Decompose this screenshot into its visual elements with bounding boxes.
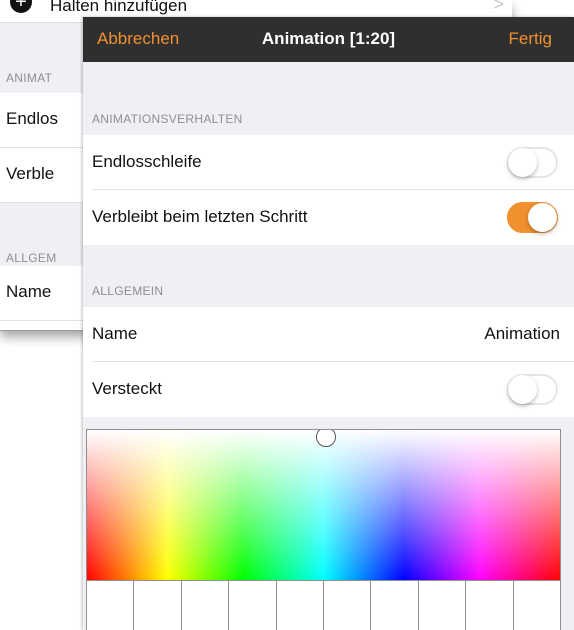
section-header-animation: ANIMATIONSVERHALTEN <box>83 73 574 135</box>
bg-section-header-label: ALLGEM <box>6 251 57 265</box>
bg-cell-label: Verble <box>6 164 55 183</box>
stay-last-step-label: Verbleibt beim letzten Schritt <box>92 207 308 226</box>
chevron-right-icon: > <box>493 0 504 14</box>
section-header-general: ALLGEMEIN <box>83 245 574 307</box>
done-button[interactable]: Fertig <box>509 29 552 49</box>
hidden-cell: Versteckt <box>83 362 574 417</box>
color-swatch[interactable] <box>134 581 182 630</box>
hidden-toggle[interactable] <box>507 374 558 405</box>
animation-sheet: Abbrechen Animation [1:20] Fertig ANIMAT… <box>83 17 574 630</box>
color-swatches <box>87 580 560 630</box>
color-swatch[interactable] <box>276 581 325 630</box>
color-swatch[interactable] <box>324 581 372 630</box>
bg-section-header-label: ANIMAT <box>6 71 53 85</box>
bg-cell-label: Name <box>6 282 52 301</box>
color-swatch[interactable] <box>466 581 514 630</box>
color-swatch[interactable] <box>181 581 230 630</box>
color-swatch[interactable] <box>87 581 135 630</box>
name-label: Name <box>92 324 138 343</box>
name-value: Animation <box>484 324 560 343</box>
toggle-knob <box>528 203 557 232</box>
section-header-general-label: ALLGEMEIN <box>92 284 164 298</box>
bg-cell-label: Endlos <box>6 109 58 128</box>
hidden-label: Versteckt <box>92 379 162 398</box>
navigation-bar: Abbrechen Animation [1:20] Fertig <box>83 17 574 62</box>
loop-label: Endlosschleife <box>92 152 202 171</box>
loop-toggle[interactable] <box>507 147 558 178</box>
toggle-knob <box>508 148 537 177</box>
plus-circle-icon: + <box>10 0 32 13</box>
stay-last-step-toggle[interactable] <box>507 202 558 233</box>
stay-last-step-cell: Verbleibt beim letzten Schritt <box>83 190 574 245</box>
page-title: Animation [1:20] <box>261 29 396 48</box>
loop-cell: Endlosschleife <box>83 135 574 190</box>
name-cell[interactable]: Name Animation <box>83 307 574 362</box>
color-swatch[interactable] <box>418 581 467 630</box>
color-swatch[interactable] <box>371 581 419 630</box>
add-hold-label: Halten hinzufügen <box>50 0 188 15</box>
color-swatch[interactable] <box>513 581 560 630</box>
color-spectrum[interactable] <box>87 430 560 580</box>
section-header-animation-label: ANIMATIONSVERHALTEN <box>92 112 243 126</box>
color-swatch[interactable] <box>229 581 277 630</box>
color-picker <box>86 429 561 630</box>
toggle-knob <box>508 375 537 404</box>
